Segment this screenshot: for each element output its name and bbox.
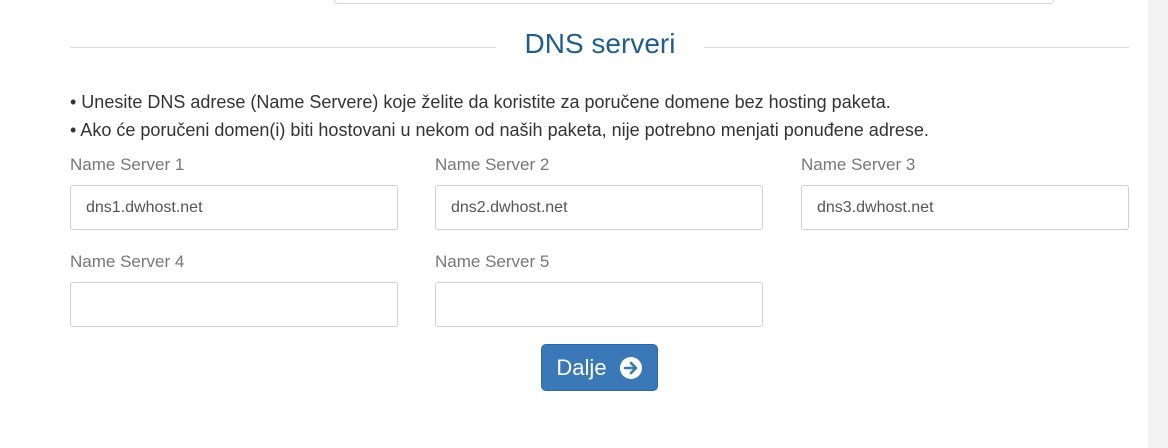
name-server-5-field: Name Server 5 [435,251,763,327]
header-divider-left [70,47,496,48]
previous-section-input[interactable] [334,0,1054,4]
next-button-label: Dalje [556,354,607,380]
name-server-4-field: Name Server 4 [70,251,398,327]
instructions: • Unesite DNS adrese (Name Servere) koje… [70,88,1130,144]
next-button[interactable]: Dalje [541,344,658,391]
name-server-2-label: Name Server 2 [435,155,550,174]
name-server-1-input[interactable] [70,185,398,230]
arrow-circle-right-icon [619,356,643,380]
scrollbar-track[interactable] [1148,0,1168,448]
instruction-line: • Ako će poručeni domen(i) biti hostovan… [70,120,929,140]
name-server-2-input[interactable] [435,185,763,230]
name-server-1-label: Name Server 1 [70,155,185,174]
name-server-5-label: Name Server 5 [435,252,550,271]
name-server-4-input[interactable] [70,282,398,327]
name-server-3-field: Name Server 3 [801,154,1129,230]
section-header: DNS serveri [70,22,1129,70]
name-server-2-field: Name Server 2 [435,154,763,230]
name-server-5-input[interactable] [435,282,763,327]
name-server-3-input[interactable] [801,185,1129,230]
name-server-4-label: Name Server 4 [70,252,185,271]
header-divider-right [704,47,1129,48]
name-server-3-label: Name Server 3 [801,155,916,174]
name-server-1-field: Name Server 1 [70,154,398,230]
dns-servers-page: DNS serveri • Unesite DNS adrese (Name S… [0,0,1168,448]
instruction-line: • Unesite DNS adrese (Name Servere) koje… [70,92,891,112]
section-title: DNS serveri [524,28,676,59]
